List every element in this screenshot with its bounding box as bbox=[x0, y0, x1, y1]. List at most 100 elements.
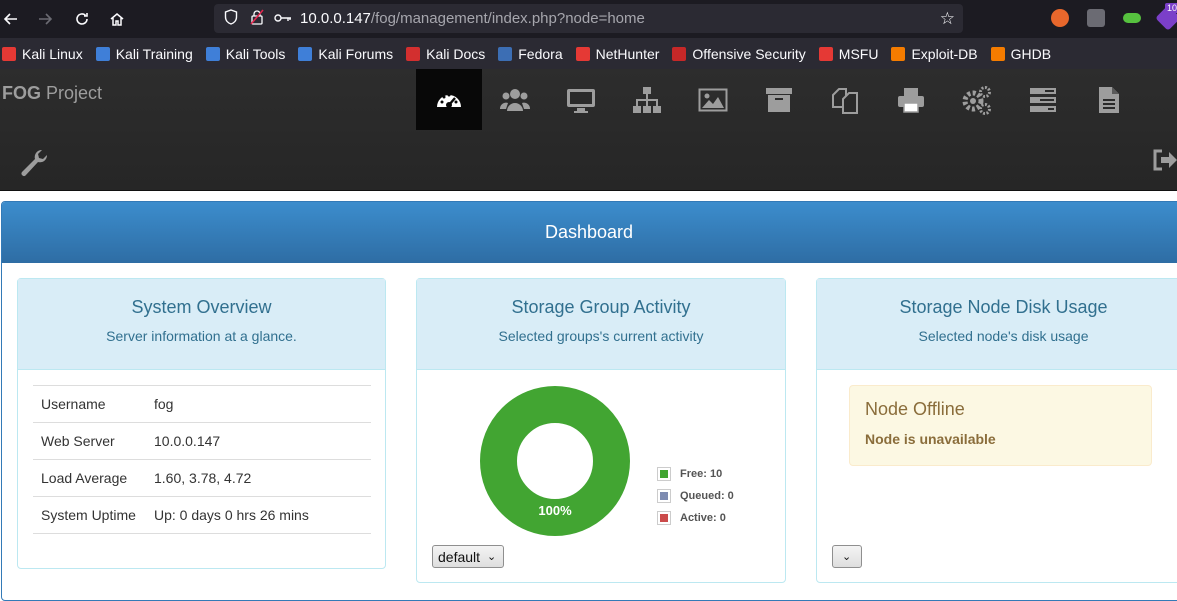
bookmarks-toolbar: Kali Linux Kali Training Kali Tools Kali Fo… bbox=[0, 38, 1177, 69]
extension-puzzle-icon[interactable] bbox=[1087, 9, 1105, 27]
table-row: Load Average 1.60, 3.78, 4.72 bbox=[33, 459, 371, 497]
bookmark-label: Offensive Security bbox=[692, 45, 806, 62]
bookmark-favicon-icon bbox=[498, 46, 513, 61]
bookmark-item[interactable]: Fedora bbox=[498, 46, 563, 62]
storage-activity-legend: Free: 10 Queued: 0 Active: 0 bbox=[657, 463, 734, 529]
brand[interactable]: FOG Project bbox=[2, 83, 102, 104]
bookmark-item[interactable]: Offensive Security bbox=[672, 45, 806, 62]
cogs-icon bbox=[962, 85, 991, 115]
bookmark-favicon-icon bbox=[406, 46, 421, 61]
forward-arrow-icon bbox=[39, 13, 53, 25]
home-button[interactable] bbox=[99, 1, 135, 37]
nav-images[interactable] bbox=[680, 69, 746, 130]
storage-node-header: Storage Node Disk Usage Selected node's … bbox=[817, 279, 1177, 370]
bookmark-item[interactable]: Kali Tools bbox=[205, 46, 285, 62]
logout-button[interactable] bbox=[1152, 149, 1177, 176]
storage-activity-donut: 100% bbox=[480, 386, 630, 536]
snapins-copy-icon bbox=[832, 87, 858, 114]
groups-sitemap-icon bbox=[633, 86, 661, 113]
tasks-tasks-icon bbox=[1030, 87, 1056, 112]
printer-icon bbox=[898, 87, 924, 113]
nav-dashboard[interactable] bbox=[416, 69, 482, 130]
info-value: 10.0.0.147 bbox=[146, 422, 371, 460]
legend-item: Queued: 0 bbox=[657, 485, 734, 507]
url-text: 10.0.0.147/fog/management/index.php?node… bbox=[300, 10, 645, 27]
bookmark-item[interactable]: Kali Linux bbox=[2, 46, 83, 62]
url-host: 10.0.0.147 bbox=[300, 10, 371, 27]
storage-group-card: Storage Group Activity Selected groups's… bbox=[416, 278, 786, 583]
images-icon bbox=[698, 88, 728, 111]
bookmark-item[interactable]: Kali Training bbox=[95, 45, 193, 62]
address-bar[interactable]: 10.0.0.147/fog/management/index.php?node… bbox=[214, 4, 963, 33]
back-button[interactable] bbox=[0, 1, 29, 37]
bookmark-item[interactable]: Kali Forums bbox=[298, 46, 393, 62]
nav-tasks[interactable] bbox=[1010, 69, 1076, 130]
brand-bold: FOG bbox=[2, 83, 41, 103]
fog-navbar: FOG Project bbox=[0, 69, 1177, 191]
bookmark-item[interactable]: Kali Docs bbox=[406, 46, 485, 62]
legend-swatch bbox=[657, 467, 671, 481]
bookmark-favicon-icon bbox=[891, 46, 906, 61]
table-row: Username fog bbox=[33, 385, 371, 423]
reload-button[interactable] bbox=[64, 1, 100, 37]
alert-title: Node Offline bbox=[865, 399, 965, 419]
extension-fox-icon[interactable] bbox=[1051, 9, 1069, 27]
shield-icon[interactable] bbox=[222, 9, 240, 28]
system-overview-title: System Overview bbox=[131, 297, 272, 317]
bookmark-favicon-icon bbox=[672, 46, 687, 61]
legend-item: Free: 10 bbox=[657, 463, 734, 485]
system-overview-header: System Overview Server information at a … bbox=[18, 279, 385, 370]
forward-button[interactable] bbox=[27, 1, 63, 37]
nav-users[interactable] bbox=[482, 69, 548, 130]
bookmark-favicon-icon bbox=[818, 46, 833, 61]
bookmark-item[interactable]: Exploit-DB bbox=[891, 46, 978, 62]
storage-node-subtitle: Selected node's disk usage bbox=[918, 328, 1089, 344]
bookmark-item[interactable]: NetHunter bbox=[575, 45, 660, 62]
storage-group-select[interactable]: default ⌄ bbox=[432, 545, 504, 568]
info-value: fog bbox=[146, 385, 371, 423]
nav-hosts[interactable] bbox=[548, 69, 614, 130]
dashboard-title: Dashboard bbox=[2, 202, 1177, 263]
bookmark-label: Kali Training bbox=[115, 45, 193, 62]
nav-reports[interactable] bbox=[1076, 69, 1142, 130]
browser-toolbar: 10.0.0.147/fog/management/index.php?node… bbox=[0, 0, 1177, 38]
insecure-lock-icon[interactable] bbox=[248, 9, 266, 28]
bookmark-star-icon[interactable]: ☆ bbox=[940, 9, 955, 29]
storage-group-subtitle: Selected groups's current activity bbox=[498, 328, 704, 344]
key-icon[interactable] bbox=[274, 11, 292, 27]
reload-icon bbox=[76, 13, 88, 25]
hosts-icon bbox=[567, 88, 595, 113]
back-arrow-icon bbox=[3, 13, 17, 25]
bookmark-favicon-icon bbox=[298, 46, 313, 61]
system-overview-card: System Overview Server information at a … bbox=[17, 278, 386, 569]
storage-node-select[interactable]: ⌄ bbox=[832, 545, 862, 568]
nav-storage[interactable] bbox=[746, 69, 812, 130]
bookmark-favicon-icon bbox=[205, 46, 220, 61]
bookmark-item[interactable]: MSFU bbox=[818, 46, 878, 62]
info-key: Username bbox=[33, 385, 146, 423]
legend-swatch bbox=[657, 511, 671, 525]
storage-group-title: Storage Group Activity bbox=[511, 297, 691, 317]
info-key: Web Server bbox=[33, 422, 146, 460]
bookmark-item[interactable]: GHDB bbox=[990, 46, 1051, 62]
legend-label: Free: 10 bbox=[680, 468, 723, 480]
reports-file-icon bbox=[1099, 86, 1119, 113]
nav-services[interactable] bbox=[944, 69, 1010, 130]
chevron-down-icon: ⌄ bbox=[842, 551, 852, 563]
settings-button[interactable] bbox=[18, 147, 50, 182]
bookmark-label: NetHunter bbox=[595, 45, 660, 62]
legend-label: Active: 0 bbox=[680, 512, 726, 524]
table-row: Web Server 10.0.0.147 bbox=[33, 422, 371, 460]
system-info-table: Username fog Web Server 10.0.0.147 Load Aver… bbox=[33, 385, 371, 534]
info-value: 1.60, 3.78, 4.72 bbox=[146, 459, 371, 497]
bookmark-favicon-icon bbox=[2, 46, 16, 61]
extension-badge-count: 10 bbox=[1165, 3, 1177, 13]
home-icon bbox=[110, 13, 124, 26]
nav-groups[interactable] bbox=[614, 69, 680, 130]
nav-printers[interactable] bbox=[878, 69, 944, 130]
url-path: /fog/management/index.php?node=home bbox=[370, 10, 645, 27]
nav-snapins[interactable] bbox=[812, 69, 878, 130]
extension-toggle-icon[interactable] bbox=[1123, 13, 1141, 23]
info-value: Up: 0 days 0 hrs 26 mins bbox=[146, 496, 371, 534]
donut-slice bbox=[480, 386, 630, 536]
